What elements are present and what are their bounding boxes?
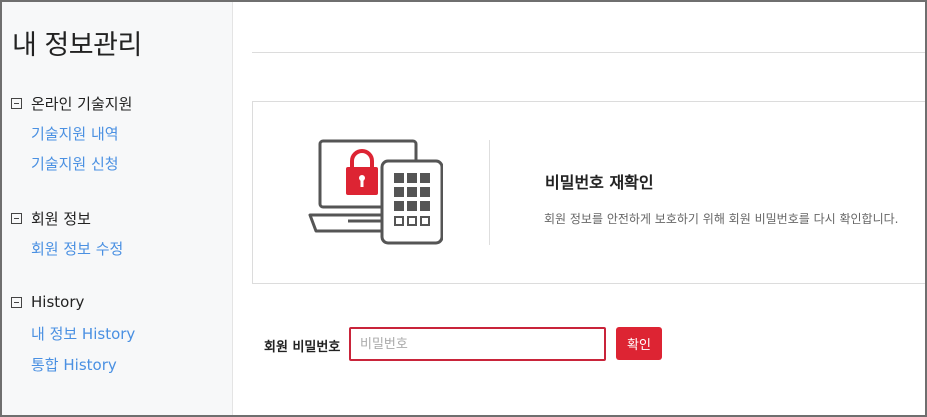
sidebar-item-support-history[interactable]: 기술지원 내역: [31, 123, 119, 144]
sidebar: 내 정보관리 온라인 기술지원 기술지원 내역 기술지원 신청 회원 정보 회원…: [2, 2, 233, 415]
sidebar-item-support-request[interactable]: 기술지원 신청: [31, 153, 119, 174]
minus-square-icon[interactable]: [11, 98, 22, 109]
password-verify-panel: 비밀번호 재확인 회원 정보를 안전하게 보호하기 위해 회원 비밀번호를 다시…: [252, 101, 925, 284]
panel-divider: [489, 140, 490, 245]
sidebar-group-label: History: [31, 293, 85, 311]
verify-title: 비밀번호 재확인: [545, 173, 654, 192]
verify-description: 회원 정보를 안전하게 보호하기 위해 회원 비밀번호를 다시 확인합니다.: [544, 212, 899, 226]
header-divider: [252, 52, 925, 53]
sidebar-group-label: 온라인 기술지원: [31, 95, 133, 113]
minus-square-icon[interactable]: [11, 213, 22, 224]
confirm-button[interactable]: 확인: [616, 327, 662, 360]
sidebar-item-my-history[interactable]: 내 정보 History: [31, 323, 135, 344]
password-input[interactable]: [349, 327, 606, 361]
laptop-lock-keypad-icon: [308, 139, 443, 245]
sidebar-group-history[interactable]: History: [11, 293, 84, 311]
sidebar-group-label: 회원 정보: [31, 210, 91, 228]
sidebar-item-edit-member-info[interactable]: 회원 정보 수정: [31, 238, 123, 259]
sidebar-item-total-history[interactable]: 통합 History: [31, 354, 117, 375]
sidebar-group-online-support[interactable]: 온라인 기술지원: [11, 93, 132, 114]
sidebar-title: 내 정보관리: [12, 30, 142, 61]
password-label: 회원 비밀번호: [264, 340, 341, 355]
sidebar-group-member-info[interactable]: 회원 정보: [11, 208, 91, 229]
minus-square-icon[interactable]: [11, 296, 22, 308]
